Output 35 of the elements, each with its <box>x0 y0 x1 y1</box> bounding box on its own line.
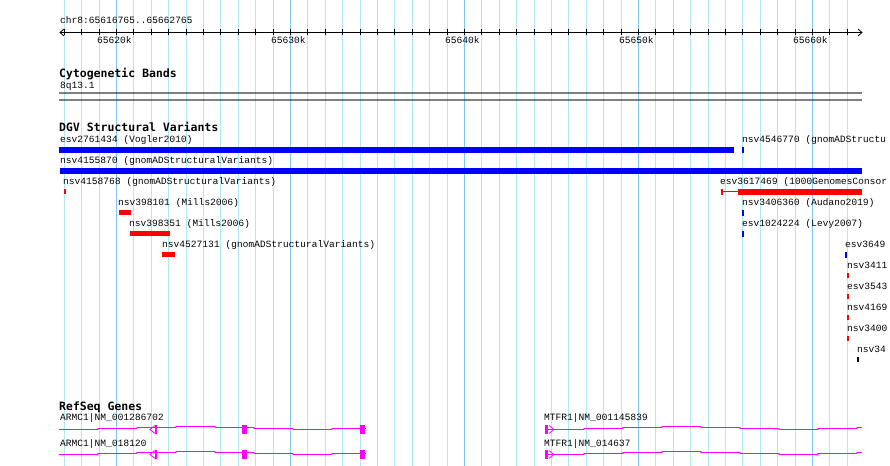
tick-label: 65660k <box>793 35 828 47</box>
variant-label: nsv4169 <box>847 302 888 314</box>
variant-label: nsv4546770 (gnomADStructu <box>742 134 886 146</box>
transcript-label: MTFR1|NM_001145839 <box>544 412 648 424</box>
transcript-label: MTFR1|NM_014637 <box>544 438 630 450</box>
variant-label: esv3617469 (1000GenomesConsor <box>720 176 887 188</box>
variant-label: nsv34 <box>857 344 886 356</box>
gene-model[interactable] <box>58 425 366 434</box>
location-label: chr8:65616765..65662765 <box>60 15 192 27</box>
variant-label: nsv3406360 (Audano2019) <box>742 197 874 209</box>
transcript-label: ARMC1|NM_001286702 <box>60 412 164 424</box>
tick-label: 65650k <box>619 35 654 47</box>
track-title: Cytogenetic Bands <box>59 67 177 80</box>
gene-model[interactable] <box>58 450 366 459</box>
tick-label: 65630k <box>271 35 306 47</box>
variant-label: nsv4527131 (gnomADStructuralVariants) <box>162 239 376 251</box>
variant-label: nsv4158768 (gnomADStructuralVariants) <box>63 176 276 188</box>
band-label: 8q13.1 <box>60 80 95 92</box>
variant-label: nsv398351 (Mills2006) <box>129 218 250 230</box>
variant-label: esv3543 <box>847 281 888 293</box>
variant-label: esv3649 <box>845 239 886 251</box>
tick-label: 65620k <box>97 35 132 47</box>
tick-label: 65640k <box>445 35 480 47</box>
variant-label: esv1024224 (Levy2007) <box>742 218 863 230</box>
variant-label: nsv398101 (Mills2006) <box>118 197 239 209</box>
track-title: DGV Structural Variants <box>59 121 218 134</box>
transcript-label: ARMC1|NM_018120 <box>60 438 146 450</box>
track-title: RefSeq Genes <box>59 400 142 413</box>
variant-bar[interactable] <box>721 189 862 195</box>
variant-label: nsv3411 <box>847 260 888 272</box>
gene-model[interactable] <box>544 425 862 434</box>
variant-label: nsv3400 <box>847 323 888 335</box>
variant-label: nsv4155870 (gnomADStructuralVariants) <box>60 155 274 167</box>
gene-model[interactable] <box>544 450 862 459</box>
variant-label: esv2761434 (Vogler2010) <box>60 134 192 146</box>
